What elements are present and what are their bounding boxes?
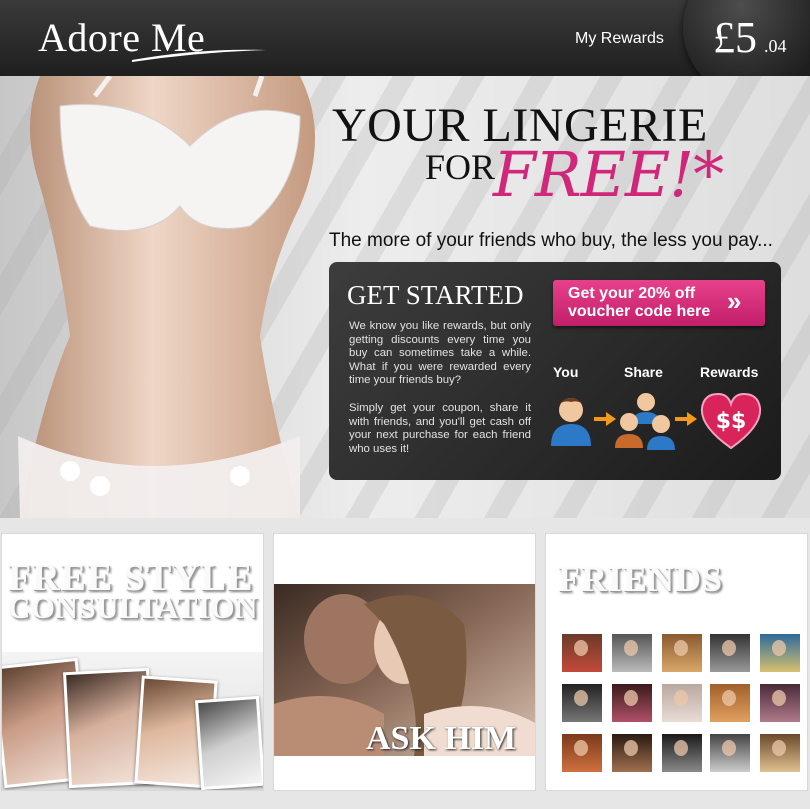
my-rewards-link[interactable]: My Rewards: [575, 30, 664, 48]
voucher-code-button[interactable]: Get your 20% off voucher code here »: [553, 280, 765, 326]
model-photo: [18, 76, 315, 518]
arrow-right-icon: [675, 412, 697, 426]
friend-avatar[interactable]: [662, 634, 702, 672]
friend-avatar[interactable]: [710, 734, 750, 772]
friend-avatar[interactable]: [760, 634, 800, 672]
get-started-instructions: Simply get your coupon, share it with fr…: [349, 402, 531, 455]
friend-avatar[interactable]: [612, 634, 652, 672]
friend-avatar[interactable]: [710, 634, 750, 672]
step-rewards-label: Rewards: [700, 364, 759, 380]
get-started-panel: GET STARTED We know you like rewards, bu…: [329, 262, 781, 480]
hero-free: FREE!*: [493, 138, 724, 211]
double-chevron-icon: »: [727, 286, 742, 316]
friend-avatar[interactable]: [662, 734, 702, 772]
style-consultation-card[interactable]: FREE STYLE CONSULTATION: [1, 533, 264, 791]
step-you-label: You: [553, 364, 579, 380]
logo-swoosh-icon: [132, 49, 266, 62]
get-started-title: GET STARTED: [347, 280, 524, 310]
friend-avatar[interactable]: [760, 684, 800, 722]
friend-avatar[interactable]: [612, 684, 652, 722]
get-started-intro: We know you like rewards, but only getti…: [349, 320, 531, 387]
hero-for: FOR: [425, 147, 496, 187]
friend-avatar[interactable]: [562, 634, 602, 672]
friends-title: FRIENDS: [558, 559, 724, 599]
svg-text:$$: $$: [716, 409, 747, 434]
balance-pence: .04: [764, 36, 787, 56]
voucher-code-label: Get your 20% off voucher code here: [568, 285, 711, 320]
group-icon: [615, 393, 675, 450]
friend-avatar[interactable]: [662, 684, 702, 722]
ask-him-card[interactable]: ASK HIM: [273, 533, 536, 791]
friend-avatar[interactable]: [562, 684, 602, 722]
dollar-heart-icon: $$: [700, 392, 762, 450]
step-share-label: Share: [624, 364, 663, 380]
hero-tagline: The more of your friends who buy, the le…: [329, 230, 773, 251]
ask-him-title: ASK HIM: [366, 720, 517, 757]
hero-banner: YOUR LINGERIE FOR FREE!* The more of you…: [0, 76, 810, 518]
friend-avatar[interactable]: [612, 734, 652, 772]
friend-avatar[interactable]: [562, 734, 602, 772]
person-icon: [551, 398, 591, 446]
consultation-title-line2: CONSULTATION: [8, 590, 259, 625]
friend-avatar[interactable]: [710, 684, 750, 722]
friends-card[interactable]: FRIENDS: [545, 533, 808, 791]
model-photo-4: [194, 695, 263, 790]
friend-avatar[interactable]: [760, 734, 800, 772]
balance-amount: £5: [713, 13, 757, 62]
